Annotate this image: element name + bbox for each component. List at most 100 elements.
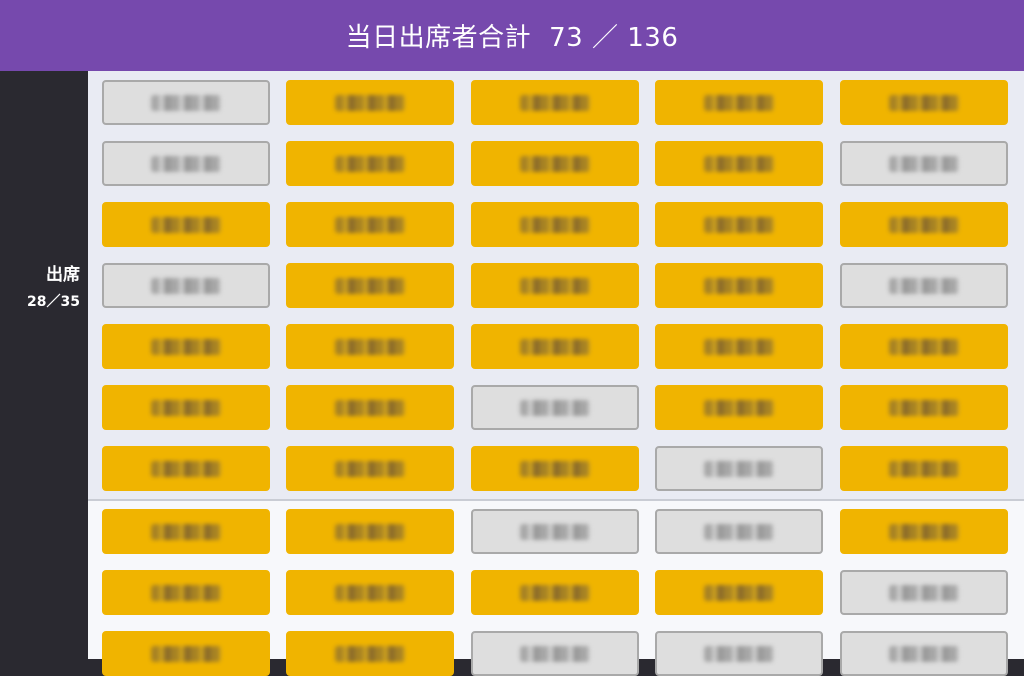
attendee-card-present[interactable]	[471, 570, 639, 615]
attendee-name-redacted	[704, 460, 774, 477]
attendee-card-present[interactable]	[655, 263, 823, 308]
attendee-card-present[interactable]	[286, 263, 454, 308]
section-attending: 出席 28／35	[0, 71, 1024, 500]
attendee-name-redacted	[151, 338, 221, 355]
attendee-name-redacted	[520, 523, 590, 540]
section-name: 出席	[46, 265, 80, 285]
attendee-card-absent[interactable]	[471, 385, 639, 430]
attendee-name-redacted	[889, 645, 959, 662]
attendee-card-absent[interactable]	[102, 141, 270, 186]
attendee-card-absent[interactable]	[840, 631, 1008, 676]
attendee-card-absent[interactable]	[840, 263, 1008, 308]
attendee-card-absent[interactable]	[840, 570, 1008, 615]
attendee-name-redacted	[151, 94, 221, 111]
attendee-card-present[interactable]	[102, 202, 270, 247]
attendee-card-present[interactable]	[471, 263, 639, 308]
attendee-name-redacted	[335, 94, 405, 111]
attendee-name-redacted	[889, 94, 959, 111]
section-ratio: 28／35	[27, 294, 80, 310]
page-title: 当日出席者合計	[345, 23, 532, 53]
attendee-card-absent[interactable]	[655, 446, 823, 491]
attendee-name-redacted	[520, 460, 590, 477]
attendee-name-redacted	[520, 277, 590, 294]
attendee-card-present[interactable]	[655, 202, 823, 247]
attendee-card-present[interactable]	[102, 509, 270, 554]
attendee-name-redacted	[704, 216, 774, 233]
attendee-name-redacted	[704, 155, 774, 172]
attendee-card-present[interactable]	[840, 509, 1008, 554]
attendee-name-redacted	[520, 399, 590, 416]
attendee-name-redacted	[335, 277, 405, 294]
attendee-name-redacted	[889, 216, 959, 233]
attendee-card-present[interactable]	[102, 385, 270, 430]
attendee-name-redacted	[704, 399, 774, 416]
attendee-name-redacted	[889, 155, 959, 172]
attendance-total: 73 ／ 136	[549, 23, 679, 53]
attendee-name-redacted	[335, 155, 405, 172]
attendee-card-present[interactable]	[102, 446, 270, 491]
attendee-card-present[interactable]	[840, 385, 1008, 430]
attendee-card-present[interactable]	[840, 324, 1008, 369]
attendee-card-present[interactable]	[471, 446, 639, 491]
attendee-name-redacted	[704, 338, 774, 355]
attendee-name-redacted	[889, 399, 959, 416]
attendee-card-present[interactable]	[655, 570, 823, 615]
attendee-name-redacted	[520, 155, 590, 172]
attendee-card-present[interactable]	[471, 141, 639, 186]
attendee-card-present[interactable]	[655, 141, 823, 186]
attendee-name-redacted	[335, 645, 405, 662]
attendee-card-present[interactable]	[286, 385, 454, 430]
attendee-name-redacted	[151, 216, 221, 233]
attendee-name-redacted	[704, 277, 774, 294]
attendee-name-redacted	[335, 399, 405, 416]
attendee-name-redacted	[335, 216, 405, 233]
attendee-card-absent[interactable]	[102, 80, 270, 125]
attendee-name-redacted	[151, 155, 221, 172]
attendee-name-redacted	[335, 338, 405, 355]
attendee-card-absent[interactable]	[471, 509, 639, 554]
attendee-card-present[interactable]	[655, 385, 823, 430]
attendee-card-absent[interactable]	[840, 141, 1008, 186]
attendee-name-redacted	[889, 338, 959, 355]
attendee-card-present[interactable]	[102, 324, 270, 369]
attendee-name-redacted	[520, 338, 590, 355]
attendee-name-redacted	[151, 645, 221, 662]
attendee-card-present[interactable]	[471, 80, 639, 125]
attendee-name-redacted	[889, 584, 959, 601]
attendee-card-present[interactable]	[840, 80, 1008, 125]
attendee-card-present[interactable]	[102, 631, 270, 676]
attendee-name-redacted	[704, 94, 774, 111]
attendee-card-present[interactable]	[286, 80, 454, 125]
attendee-card-present[interactable]	[655, 80, 823, 125]
attendee-name-redacted	[335, 523, 405, 540]
attendee-card-absent[interactable]	[655, 631, 823, 676]
attendee-card-present[interactable]	[102, 570, 270, 615]
attendee-name-redacted	[889, 277, 959, 294]
attendee-name-redacted	[520, 584, 590, 601]
attendee-card-present[interactable]	[471, 202, 639, 247]
attendee-card-present[interactable]	[286, 446, 454, 491]
attendee-name-redacted	[889, 460, 959, 477]
attendee-card-present[interactable]	[286, 631, 454, 676]
attendee-card-absent[interactable]	[102, 263, 270, 308]
attendee-name-redacted	[520, 94, 590, 111]
attendee-card-present[interactable]	[286, 570, 454, 615]
attendee-name-redacted	[889, 523, 959, 540]
attendee-grid	[88, 71, 1024, 500]
attendee-card-present[interactable]	[286, 324, 454, 369]
attendee-name-redacted	[335, 460, 405, 477]
attendee-name-redacted	[151, 277, 221, 294]
attendee-card-present[interactable]	[840, 446, 1008, 491]
attendee-name-redacted	[520, 216, 590, 233]
attendee-card-absent[interactable]	[471, 631, 639, 676]
section-label	[0, 501, 88, 659]
attendee-card-present[interactable]	[655, 324, 823, 369]
attendee-card-present[interactable]	[286, 202, 454, 247]
attendee-card-present[interactable]	[286, 141, 454, 186]
attendee-name-redacted	[704, 584, 774, 601]
attendee-grid	[88, 501, 1024, 676]
attendee-card-present[interactable]	[471, 324, 639, 369]
attendee-card-present[interactable]	[840, 202, 1008, 247]
attendee-card-absent[interactable]	[655, 509, 823, 554]
attendee-card-present[interactable]	[286, 509, 454, 554]
